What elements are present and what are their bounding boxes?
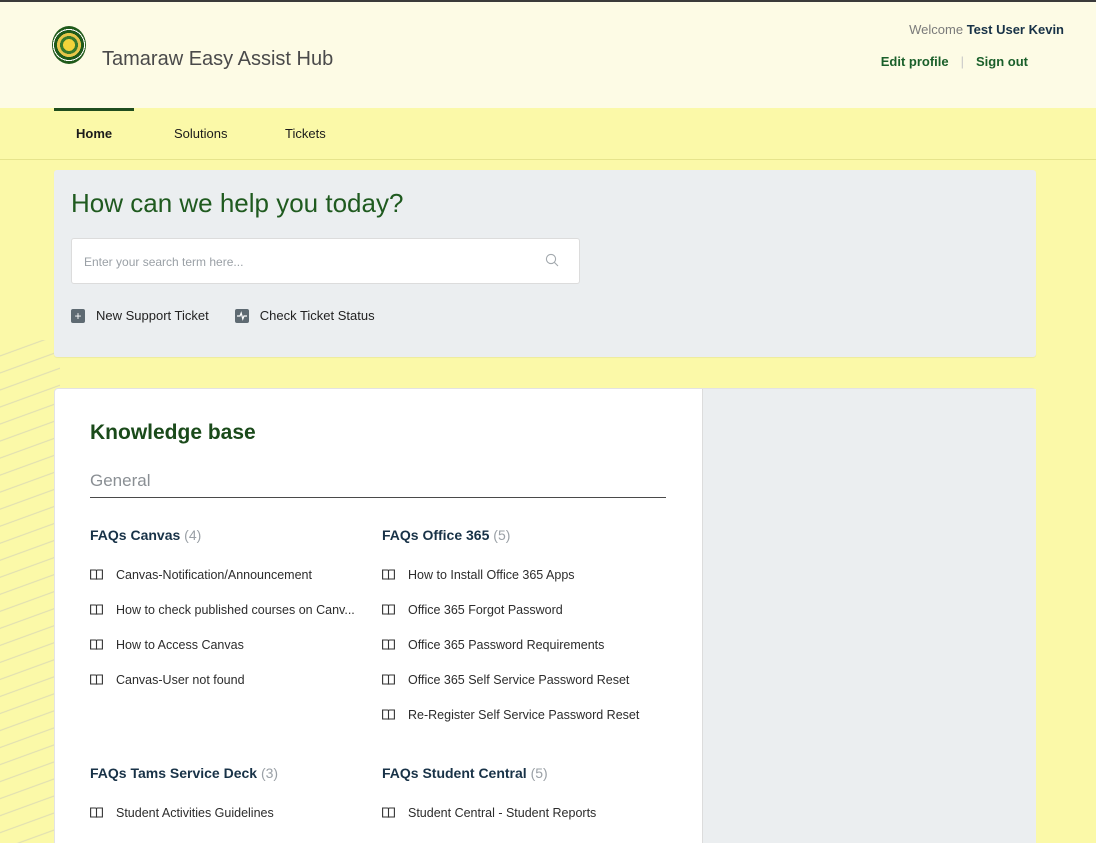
folder-name: FAQs Canvas (90, 527, 181, 543)
active-tab-indicator (54, 108, 134, 111)
article-link[interactable]: Student Central - Student Reports (382, 795, 596, 830)
edit-profile-link[interactable]: Edit profile (881, 54, 949, 69)
article-title: How to Access Canvas (116, 637, 244, 652)
folder-title[interactable]: FAQs Canvas (4) (90, 527, 355, 543)
article-title: Re-Register Self Service Password Reset (408, 707, 640, 722)
article-list: Student Activities Guidelines (90, 795, 278, 830)
book-icon (90, 569, 103, 580)
book-icon (382, 709, 395, 720)
new-support-ticket-label: New Support Ticket (96, 308, 209, 323)
plus-icon: + (71, 308, 85, 323)
book-icon (382, 639, 395, 650)
kb-category-general[interactable]: General (90, 471, 150, 491)
knowledge-base-title: Knowledge base (90, 421, 256, 444)
book-icon (382, 807, 395, 818)
article-link[interactable]: Office 365 Password Requirements (382, 627, 639, 662)
article-link[interactable]: Canvas-User not found (90, 662, 355, 697)
article-title: How to Install Office 365 Apps (408, 567, 575, 582)
main-navigation: Home Solutions Tickets (0, 108, 1096, 160)
kb-folder-canvas: FAQs Canvas (4) Canvas-Notification/Anno… (90, 527, 355, 697)
welcome-prefix: Welcome (909, 22, 964, 37)
article-link[interactable]: Canvas-Notification/Announcement (90, 557, 355, 592)
help-search-hero: How can we help you today? + New Support… (54, 170, 1036, 357)
kb-folder-tams-service-deck: FAQs Tams Service Deck (3) Student Activ… (90, 765, 278, 830)
portal-header: Tamaraw Easy Assist Hub Welcome Test Use… (0, 2, 1096, 108)
search-box (71, 238, 580, 284)
article-link[interactable]: How to Access Canvas (90, 627, 355, 662)
article-link[interactable]: Office 365 Self Service Password Reset (382, 662, 639, 697)
article-list: How to Install Office 365 Apps Office 36… (382, 557, 639, 732)
article-link[interactable]: Re-Register Self Service Password Reset (382, 697, 639, 732)
search-input[interactable] (84, 252, 524, 272)
tab-solutions[interactable]: Solutions (174, 126, 227, 141)
article-title: How to check published courses on Canv..… (116, 602, 355, 617)
portal-brand-name[interactable]: Tamaraw Easy Assist Hub (102, 48, 333, 71)
article-title: Office 365 Password Requirements (408, 637, 605, 652)
kb-folder-student-central: FAQs Student Central (5) Student Central… (382, 765, 596, 830)
folder-name: FAQs Student Central (382, 765, 527, 781)
book-icon (90, 639, 103, 650)
book-icon (90, 674, 103, 685)
folder-count: (5) (493, 527, 511, 543)
article-title: Student Activities Guidelines (116, 805, 274, 820)
tab-home[interactable]: Home (76, 126, 112, 141)
link-separator: | (960, 54, 964, 69)
welcome-message: Welcome Test User Kevin (909, 22, 1064, 37)
folder-title[interactable]: FAQs Student Central (5) (382, 765, 596, 781)
quick-actions: + New Support Ticket Check Ticket Status (71, 308, 375, 323)
book-icon (382, 569, 395, 580)
folder-count: (4) (184, 527, 202, 543)
folder-count: (5) (530, 765, 548, 781)
folder-title[interactable]: FAQs Tams Service Deck (3) (90, 765, 278, 781)
article-link[interactable]: How to Install Office 365 Apps (382, 557, 639, 592)
article-title: Office 365 Self Service Password Reset (408, 672, 630, 687)
check-ticket-status-label: Check Ticket Status (259, 308, 375, 323)
hero-title: How can we help you today? (71, 188, 404, 218)
knowledge-base-panel: Knowledge base General FAQs Canvas (4) C… (54, 388, 1036, 843)
article-list: Student Central - Student Reports (382, 795, 596, 830)
background-decoration (0, 340, 60, 843)
folder-name: FAQs Office 365 (382, 527, 490, 543)
search-icon[interactable] (545, 253, 559, 267)
tab-tickets[interactable]: Tickets (285, 126, 326, 141)
article-list: Canvas-Notification/Announcement How to … (90, 557, 355, 697)
check-ticket-status-button[interactable]: Check Ticket Status (234, 308, 375, 323)
article-link[interactable]: Office 365 Forgot Password (382, 592, 639, 627)
article-title: Office 365 Forgot Password (408, 602, 563, 617)
article-title: Student Central - Student Reports (408, 805, 597, 820)
pulse-icon (234, 308, 249, 323)
account-links: Edit profile | Sign out (881, 54, 1028, 69)
category-divider (90, 497, 666, 498)
book-icon (382, 604, 395, 615)
folder-title[interactable]: FAQs Office 365 (5) (382, 527, 639, 543)
book-icon (382, 674, 395, 685)
kb-sidebar (702, 389, 1036, 843)
article-link[interactable]: Student Activities Guidelines (90, 795, 278, 830)
new-support-ticket-button[interactable]: + New Support Ticket (71, 308, 209, 323)
folder-name: FAQs Tams Service Deck (90, 765, 258, 781)
sign-out-link[interactable]: Sign out (976, 54, 1028, 69)
article-title: Canvas-User not found (116, 672, 245, 687)
folder-count: (3) (260, 765, 279, 781)
article-link[interactable]: How to check published courses on Canv..… (90, 592, 355, 627)
kb-folder-office-365: FAQs Office 365 (5) How to Install Offic… (382, 527, 639, 732)
book-icon (90, 604, 103, 615)
article-title: Canvas-Notification/Announcement (116, 567, 312, 582)
book-icon (90, 807, 103, 818)
user-name: Test User Kevin (966, 22, 1064, 37)
university-seal-logo-icon[interactable] (52, 26, 86, 64)
